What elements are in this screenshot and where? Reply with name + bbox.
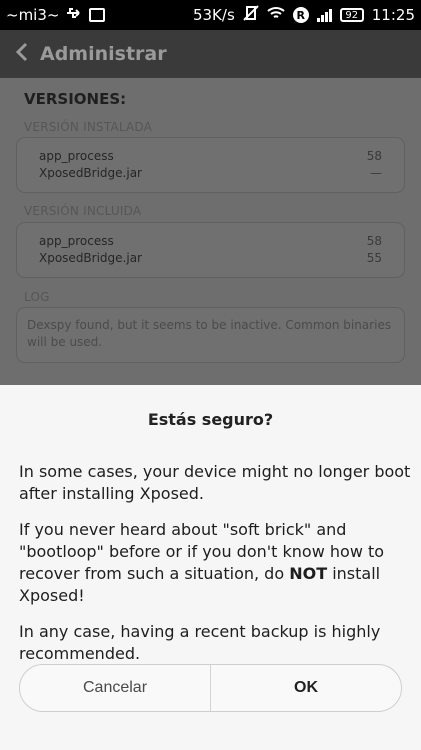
versions-content: VERSIONES: VERSIÓN INSTALADA app_process… [0, 78, 421, 385]
dialog-paragraph: In any case, having a recent backup is h… [19, 622, 381, 663]
dialog-message: In some cases, your device might no long… [19, 461, 411, 679]
back-arrow-icon [15, 42, 29, 66]
installed-version-card: app_process 58 XposedBridge.jar — [16, 137, 405, 193]
component-version: — [370, 166, 382, 180]
battery-icon: 92 [339, 8, 364, 22]
network-speed: 53K/s [192, 6, 235, 24]
r-badge-icon: R [292, 7, 309, 23]
image-icon [89, 8, 106, 22]
signal-icon [316, 8, 332, 22]
dialog-paragraph: In some cases, your device might no long… [19, 462, 411, 503]
table-row: app_process 58 [17, 148, 404, 165]
log-caption: LOG [24, 290, 50, 304]
log-card: Dexspy found, but it seems to be inactiv… [16, 307, 405, 363]
dialog-emphasis: NOT [289, 564, 328, 583]
component-version: 55 [366, 251, 382, 265]
ok-button[interactable]: OK [211, 665, 401, 711]
log-text: Dexspy found, but it seems to be inactiv… [27, 318, 392, 349]
dialog-paragraph: If you never heard about "soft brick" an… [19, 519, 411, 607]
component-version: 58 [366, 149, 382, 163]
included-version-card: app_process 58 XposedBridge.jar 55 [16, 222, 405, 278]
table-row: app_process 58 [17, 233, 404, 250]
cancel-button[interactable]: Cancelar [20, 665, 211, 711]
clock: 11:25 [371, 6, 415, 24]
dialog-button-group: Cancelar OK [19, 664, 402, 712]
component-version: 58 [366, 234, 382, 248]
usb-icon [65, 6, 83, 24]
component-name: app_process [39, 234, 114, 248]
carrier-label: ~mi3~ [6, 6, 60, 24]
dialog-title: Estás seguro? [147, 410, 274, 429]
component-name: app_process [39, 149, 114, 163]
wifi-icon [267, 6, 285, 24]
confirm-dialog: Estás seguro? In some cases, your device… [0, 385, 421, 750]
app-bar: Administrar [0, 30, 421, 78]
component-name: XposedBridge.jar [39, 251, 142, 265]
vibrate-off-icon [243, 5, 259, 25]
component-name: XposedBridge.jar [39, 166, 142, 180]
table-row: XposedBridge.jar 55 [17, 250, 404, 267]
back-button[interactable] [4, 30, 40, 78]
installed-version-caption: VERSIÓN INSTALADA [24, 120, 153, 134]
included-version-caption: VERSIÓN INCLUIDA [24, 204, 142, 218]
table-row: XposedBridge.jar — [17, 165, 404, 182]
page-title: Administrar [40, 43, 167, 65]
status-bar: ~mi3~ 53K/s R 92 11:25 [0, 0, 421, 30]
versions-heading: VERSIONES: [24, 90, 127, 108]
